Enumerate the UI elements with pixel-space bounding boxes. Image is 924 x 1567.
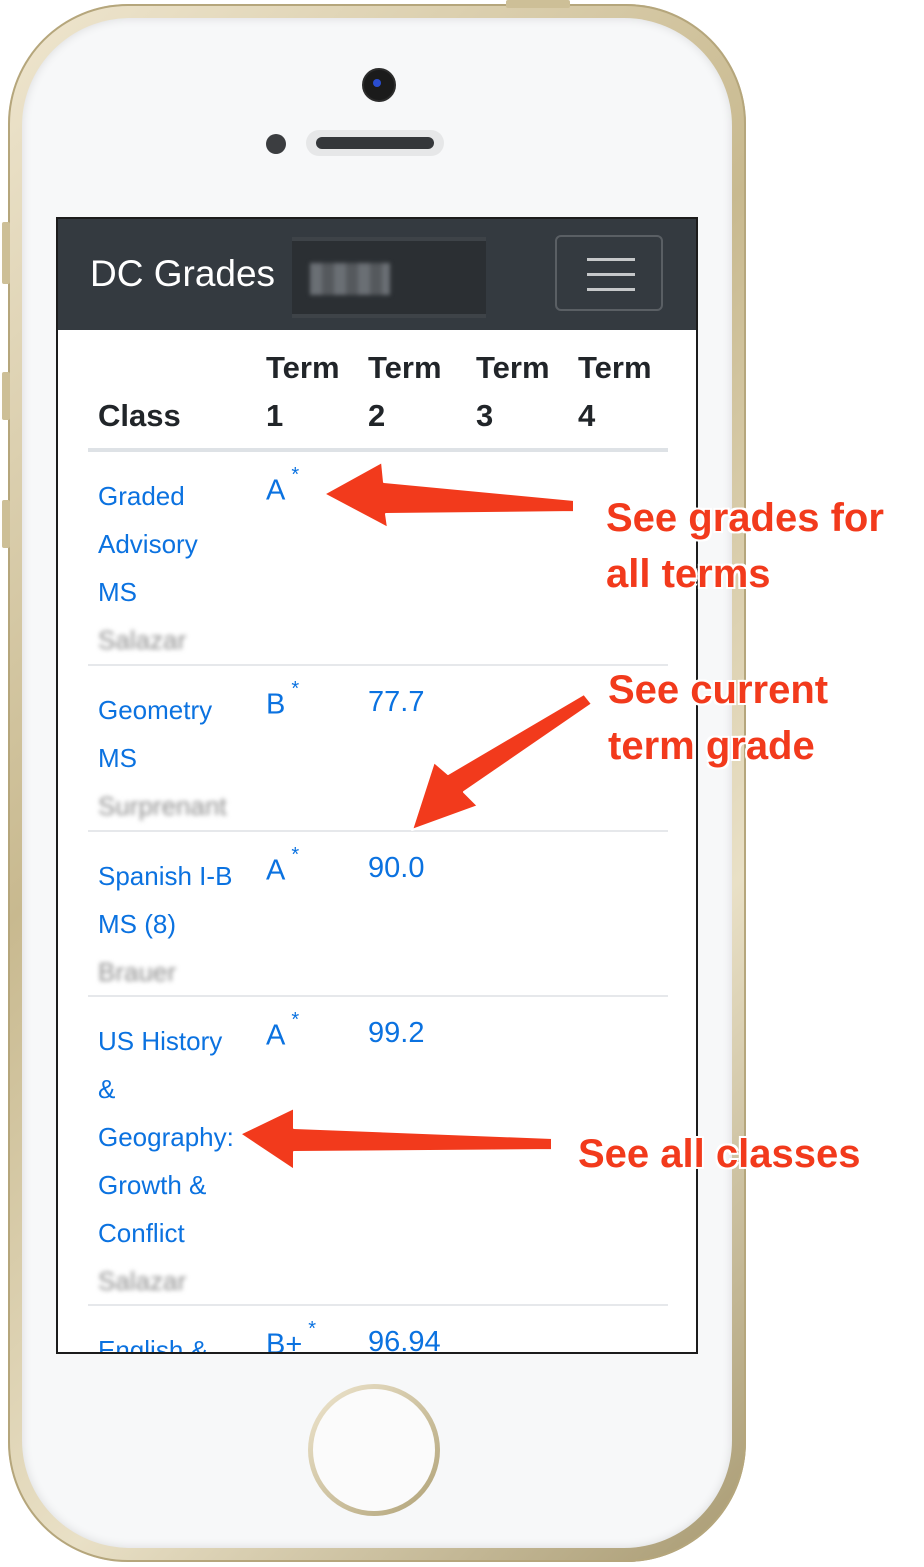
term-1-grade[interactable]: A * bbox=[266, 464, 299, 508]
class-link[interactable]: Geometry MS Surprenant bbox=[98, 686, 248, 830]
brand-title[interactable]: DC Grades bbox=[90, 253, 275, 295]
term-2-grade[interactable]: 90.0 bbox=[368, 852, 424, 885]
term-1-grade[interactable]: B * bbox=[266, 678, 299, 722]
proximity-sensor bbox=[266, 134, 286, 154]
redacted-student-name bbox=[292, 237, 486, 318]
teacher-name: Brauer bbox=[98, 957, 177, 987]
class-link[interactable]: Spanish I-B MS (8) Brauer bbox=[98, 852, 248, 996]
teacher-name: Surprenant bbox=[98, 791, 227, 821]
teacher-name: Salazar bbox=[98, 625, 187, 655]
phone-screen: DC Grades Class Term 1 Term 2 Term 3 Ter… bbox=[56, 217, 698, 1354]
hamburger-bar bbox=[587, 288, 635, 291]
class-link[interactable]: English & bbox=[98, 1326, 248, 1352]
volume-up-button bbox=[2, 372, 10, 420]
menu-toggle-button[interactable] bbox=[555, 235, 663, 311]
annotation-all-classes: See all classes bbox=[578, 1132, 861, 1176]
term-2-grade[interactable]: 77.7 bbox=[368, 686, 424, 719]
hamburger-bar bbox=[587, 258, 635, 261]
annotation-current-term: See current term grade bbox=[608, 668, 829, 768]
table-header: Class Term 1 Term 2 Term 3 Term 4 bbox=[88, 330, 668, 452]
term-1-grade[interactable]: A * bbox=[266, 844, 299, 888]
table-row: English & B+ * 96.94 bbox=[88, 1306, 668, 1352]
term-1-grade[interactable]: B+ * bbox=[266, 1318, 316, 1352]
power-button bbox=[506, 0, 570, 8]
mute-switch bbox=[2, 222, 10, 284]
term-2-grade[interactable]: 99.2 bbox=[368, 1017, 424, 1050]
grades-table: Class Term 1 Term 2 Term 3 Term 4 Graded… bbox=[88, 330, 668, 1352]
volume-down-button bbox=[2, 500, 10, 548]
teacher-name: Salazar bbox=[98, 1266, 187, 1296]
table-row: Spanish I-B MS (8) Brauer A * 90.0 bbox=[88, 832, 668, 997]
hamburger-bar bbox=[587, 273, 635, 276]
term-2-grade[interactable]: 96.94 bbox=[368, 1326, 441, 1352]
navbar: DC Grades bbox=[58, 219, 696, 330]
term-1-grade[interactable]: A * bbox=[266, 1009, 299, 1053]
home-button[interactable] bbox=[308, 1384, 440, 1516]
table-row: Geometry MS Surprenant B * 77.7 bbox=[88, 666, 668, 832]
class-link[interactable]: US History & Geography: Growth & Conflic… bbox=[98, 1017, 248, 1305]
annotation-all-terms: See grades for all terms bbox=[606, 496, 884, 596]
front-camera-icon bbox=[362, 68, 396, 102]
table-row: Graded Advisory MS Salazar A * bbox=[88, 452, 668, 666]
earpiece-speaker bbox=[306, 130, 444, 156]
class-link[interactable]: Graded Advisory MS Salazar bbox=[98, 472, 248, 664]
